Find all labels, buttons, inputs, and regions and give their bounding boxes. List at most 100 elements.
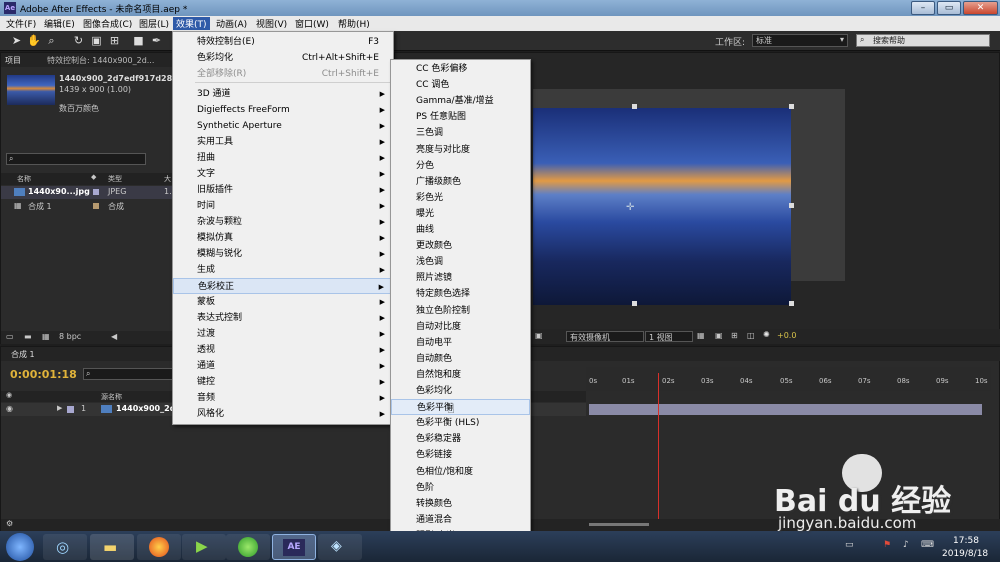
- color-correction-item[interactable]: CC 色彩偏移: [391, 61, 530, 77]
- color-correction-item[interactable]: 曲线: [391, 222, 530, 238]
- effect-menu-item[interactable]: 蒙板 ▶: [173, 294, 393, 310]
- effect-menu-item[interactable]: 模糊与锐化 ▶: [173, 246, 393, 262]
- effect-menu-item[interactable]: 色彩均化 Ctrl+Alt+Shift+E: [173, 50, 393, 66]
- color-correction-item[interactable]: 曝光: [391, 206, 530, 222]
- taskbar-app-media[interactable]: ◎: [43, 534, 87, 560]
- color-correction-item[interactable]: 自动对比度: [391, 319, 530, 335]
- rotate-tool-icon[interactable]: ↻: [72, 34, 85, 47]
- color-correction-item[interactable]: 独立色阶控制: [391, 303, 530, 319]
- color-correction-item[interactable]: 色彩平衡: [391, 399, 530, 416]
- hand-tool-icon[interactable]: ✋: [27, 34, 41, 47]
- time-ruler[interactable]: 0s 01s 02s 03s 04s 05s 06s 07s 08s 09s 1…: [586, 367, 991, 391]
- color-correction-item[interactable]: PS 任意贴图: [391, 109, 530, 125]
- zoom-slider[interactable]: [589, 523, 649, 526]
- color-correction-item[interactable]: 色彩平衡 (HLS): [391, 415, 530, 431]
- effect-menu-item[interactable]: 扭曲 ▶: [173, 150, 393, 166]
- color-correction-item[interactable]: 浅色调: [391, 254, 530, 270]
- effect-menu-item[interactable]: 风格化 ▶: [173, 406, 393, 422]
- tray-ime-icon[interactable]: ⌨: [921, 540, 934, 550]
- color-correction-item[interactable]: 照片滤镜: [391, 270, 530, 286]
- color-correction-item[interactable]: 特定颜色选择: [391, 286, 530, 302]
- menu-view[interactable]: 视图(V): [253, 17, 290, 30]
- reset-exposure-icon[interactable]: ▣: [715, 331, 723, 340]
- column-source-name[interactable]: 源名称: [101, 392, 122, 402]
- playhead[interactable]: [657, 373, 659, 523]
- snapshot-icon[interactable]: ◫: [747, 331, 755, 340]
- layer-search-input[interactable]: ⌕: [83, 368, 175, 380]
- effect-menu-item[interactable]: Digieffects FreeForm ▶: [173, 102, 393, 118]
- tray-flag-icon[interactable]: ⚑: [883, 540, 891, 550]
- color-correction-item[interactable]: CC 调色: [391, 77, 530, 93]
- interpret-footage-icon[interactable]: ▭: [6, 332, 14, 341]
- project-search-input[interactable]: ⌕: [6, 153, 146, 165]
- effect-menu-item[interactable]: 透视 ▶: [173, 342, 393, 358]
- color-correction-item[interactable]: 亮度与对比度: [391, 142, 530, 158]
- transform-handle[interactable]: [789, 104, 794, 109]
- effect-menu-item[interactable]: 文字 ▶: [173, 166, 393, 182]
- taskbar-app-player[interactable]: ▶: [182, 534, 226, 560]
- color-correction-item[interactable]: 转换颜色: [391, 496, 530, 512]
- color-correction-item[interactable]: 广播级颜色: [391, 174, 530, 190]
- color-correction-item[interactable]: 分色: [391, 158, 530, 174]
- new-comp-icon[interactable]: ▦: [42, 332, 50, 341]
- tab-comp-1[interactable]: 合成 1: [11, 349, 35, 360]
- taskbar-app-tool[interactable]: ◈: [318, 534, 362, 560]
- transform-handle[interactable]: [632, 104, 637, 109]
- color-correction-item[interactable]: 色彩稳定器: [391, 431, 530, 447]
- effect-menu-item[interactable]: 3D 通道 ▶: [173, 86, 393, 102]
- start-button[interactable]: [6, 533, 34, 561]
- menu-file[interactable]: 文件(F): [3, 17, 39, 30]
- effect-menu-item[interactable]: 表达式控制 ▶: [173, 310, 393, 326]
- menu-effect[interactable]: 效果(T): [173, 17, 210, 30]
- clock-time[interactable]: 17:58: [953, 536, 979, 546]
- rectangle-tool-icon[interactable]: ■: [132, 34, 145, 47]
- menu-animation[interactable]: 动画(A): [213, 17, 250, 30]
- new-folder-icon[interactable]: ▬: [24, 332, 32, 341]
- effect-menu-item[interactable]: 生成 ▶: [173, 262, 393, 278]
- toggle-switches-icon[interactable]: ⚙: [6, 519, 13, 528]
- selection-tool-icon[interactable]: ➤: [10, 34, 23, 47]
- expand-triangle-icon[interactable]: ▶: [57, 404, 62, 412]
- menu-edit[interactable]: 编辑(E): [41, 17, 78, 30]
- color-correction-item[interactable]: 三色调: [391, 125, 530, 141]
- effect-menu-item[interactable]: 时间 ▶: [173, 198, 393, 214]
- tab-effect-controls[interactable]: 特效控制台: 1440x900_2d...: [47, 55, 167, 66]
- column-type[interactable]: 类型: [108, 174, 122, 184]
- close-button[interactable]: ✕: [963, 1, 998, 15]
- taskbar-app-after-effects[interactable]: AE: [272, 534, 316, 560]
- color-correction-item[interactable]: 自动电平: [391, 335, 530, 351]
- effect-menu-item[interactable]: 特效控制台(E) F3: [173, 34, 393, 50]
- menu-help[interactable]: 帮助(H): [335, 17, 373, 30]
- visibility-eye-icon[interactable]: ◉: [6, 404, 13, 413]
- color-correction-item[interactable]: 色阶: [391, 480, 530, 496]
- effect-menu-item[interactable]: 杂波与颗粒 ▶: [173, 214, 393, 230]
- tab-project[interactable]: 项目: [5, 55, 21, 66]
- tray-volume-icon[interactable]: ♪: [903, 540, 909, 550]
- project-row[interactable]: 1440x90...jpg JPEG 1.: [1, 186, 175, 199]
- color-correction-item[interactable]: 色彩链接: [391, 447, 530, 463]
- color-correction-item[interactable]: 彩色光: [391, 190, 530, 206]
- color-correction-item[interactable]: Gamma/基准/增益: [391, 93, 530, 109]
- current-timecode[interactable]: 0:00:01:18: [10, 368, 77, 381]
- menu-window[interactable]: 窗口(W): [292, 17, 332, 30]
- menu-composition[interactable]: 图像合成(C): [80, 17, 135, 30]
- color-correction-item[interactable]: 色彩均化: [391, 383, 530, 399]
- menu-layer[interactable]: 图层(L): [136, 17, 172, 30]
- color-correction-item[interactable]: 色相位/饱和度: [391, 464, 530, 480]
- effect-menu-item[interactable]: 键控 ▶: [173, 374, 393, 390]
- taskbar-app-browser[interactable]: [226, 534, 270, 560]
- color-correction-item[interactable]: 自然饱和度: [391, 367, 530, 383]
- color-correction-item[interactable]: 更改颜色: [391, 238, 530, 254]
- toggle-pixel-icon[interactable]: ▦: [697, 331, 705, 340]
- effect-menu-item[interactable]: 实用工具 ▶: [173, 134, 393, 150]
- region-icon[interactable]: ▣: [535, 331, 543, 340]
- clock-date[interactable]: 2019/8/18: [942, 549, 988, 559]
- effect-menu-item[interactable]: 旧版插件 ▶: [173, 182, 393, 198]
- effect-menu-item[interactable]: 通道 ▶: [173, 358, 393, 374]
- bit-depth-label[interactable]: 8 bpc: [59, 332, 81, 341]
- effect-menu-item[interactable]: 音频 ▶: [173, 390, 393, 406]
- effect-menu-item[interactable]: Synthetic Aperture ▶: [173, 118, 393, 134]
- effect-menu-item[interactable]: 色彩校正 ▶: [173, 278, 393, 294]
- column-size[interactable]: 大: [164, 174, 171, 184]
- composition-image[interactable]: ✛: [533, 108, 791, 305]
